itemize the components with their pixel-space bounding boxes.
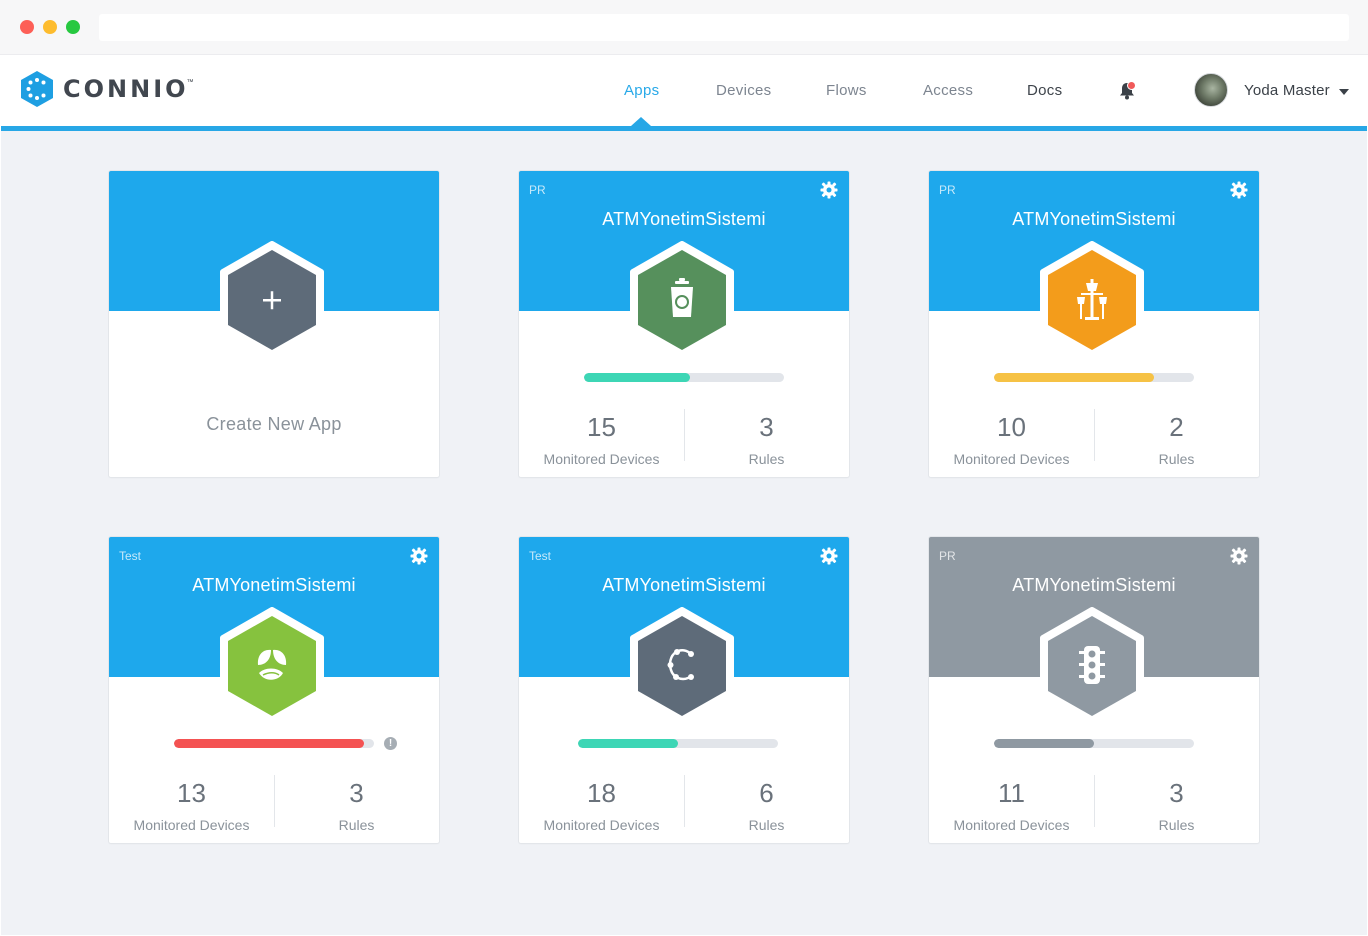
rules-count: 3 <box>349 778 364 808</box>
window-minimize-button[interactable] <box>43 20 57 34</box>
create-hexagon[interactable] <box>219 241 325 359</box>
app-title: ATMYonetimSistemi <box>602 209 766 229</box>
street-lamp-icon <box>1077 279 1107 320</box>
rules-count: 6 <box>759 778 774 808</box>
nav-access[interactable]: Access <box>923 82 973 99</box>
plus-icon <box>263 291 281 310</box>
monitored-devices-count: 13 <box>177 778 206 808</box>
create-app-card[interactable]: Create New App <box>109 171 439 477</box>
rules-label: Rules <box>1158 451 1195 467</box>
app-card[interactable]: Test ATMYonetimSistemi <box>109 537 439 843</box>
rules-label: Rules <box>748 817 785 833</box>
rules-count: 2 <box>1169 412 1184 442</box>
connio-logo-icon <box>667 649 694 681</box>
nav-docs[interactable]: Docs <box>1027 82 1062 99</box>
app-card[interactable]: Test ATMYonetimSistemi <box>519 537 849 843</box>
active-nav-indicator <box>631 117 651 126</box>
user-avatar[interactable] <box>1194 73 1228 107</box>
app-hexagon[interactable] <box>219 607 325 725</box>
brand-name: CONNIO <box>63 75 189 103</box>
app-hexagon[interactable] <box>629 241 735 359</box>
gear-icon[interactable] <box>1230 547 1248 565</box>
leaf-icon <box>257 649 287 680</box>
environment-badge: PR <box>939 183 956 197</box>
recycle-bin-icon <box>671 278 693 317</box>
browser-chrome <box>0 0 1368 55</box>
warning-icon[interactable]: ! <box>384 737 397 750</box>
app-hexagon[interactable] <box>1039 607 1145 725</box>
connio-logo-icon <box>21 71 53 107</box>
monitored-devices-count: 11 <box>998 778 1025 808</box>
app-title: ATMYonetimSistemi <box>1012 575 1176 595</box>
gear-icon[interactable] <box>1230 181 1248 199</box>
monitored-devices-count: 18 <box>587 778 616 808</box>
usage-progress-bar <box>994 373 1194 382</box>
apps-grid: Create New App PR ATMYonetimSistemi 15 M… <box>1 131 1367 935</box>
notification-badge <box>1127 81 1136 90</box>
app-title: ATMYonetimSistemi <box>602 575 766 595</box>
monitored-devices-label: Monitored Devices <box>133 817 250 833</box>
rules-count: 3 <box>759 412 774 442</box>
app-title: ATMYonetimSistemi <box>192 575 356 595</box>
app-card[interactable]: PR ATMYonetimSistemi <box>519 171 849 477</box>
brand-trademark: ™ <box>186 78 194 86</box>
usage-progress-bar <box>584 373 784 382</box>
rules-label: Rules <box>748 451 785 467</box>
rules-label: Rules <box>1158 817 1195 833</box>
monitored-devices-label: Monitored Devices <box>543 817 660 833</box>
environment-badge: PR <box>529 183 546 197</box>
address-bar[interactable] <box>99 14 1349 41</box>
nav-flows[interactable]: Flows <box>826 82 867 99</box>
usage-progress-bar <box>994 739 1194 748</box>
usage-progress-bar <box>578 739 778 748</box>
environment-badge: Test <box>119 549 142 563</box>
gear-icon[interactable] <box>410 547 428 565</box>
gear-icon[interactable] <box>820 547 838 565</box>
rules-label: Rules <box>338 817 375 833</box>
user-name[interactable]: Yoda Master <box>1244 82 1330 99</box>
monitored-devices-label: Monitored Devices <box>953 451 1070 467</box>
connio-logo[interactable]: CONNIO ™ <box>20 70 194 108</box>
environment-badge: Test <box>529 549 552 563</box>
monitored-devices-count: 15 <box>587 412 616 442</box>
nav-apps[interactable]: Apps <box>624 82 659 99</box>
monitored-devices-label: Monitored Devices <box>953 817 1070 833</box>
monitored-devices-label: Monitored Devices <box>543 451 660 467</box>
usage-progress-bar <box>174 739 374 748</box>
window-maximize-button[interactable] <box>66 20 80 34</box>
app-hexagon[interactable] <box>1039 241 1145 359</box>
monitored-devices-count: 10 <box>997 412 1026 442</box>
nav-devices[interactable]: Devices <box>716 82 771 99</box>
rules-count: 3 <box>1169 778 1184 808</box>
environment-badge: PR <box>939 549 956 563</box>
app-card[interactable]: PR ATMYonetimSistemi <box>929 171 1259 477</box>
chevron-down-icon[interactable] <box>1339 89 1349 95</box>
app-title: ATMYonetimSistemi <box>1012 209 1176 229</box>
create-app-label: Create New App <box>206 414 342 434</box>
window-close-button[interactable] <box>20 20 34 34</box>
app-card[interactable]: PR ATMYonetimSistemi <box>929 537 1259 843</box>
app-hexagon[interactable] <box>629 607 735 725</box>
traffic-light-icon <box>1079 646 1105 684</box>
gear-icon[interactable] <box>820 181 838 199</box>
app-header: CONNIO ™ Apps Devices Flows Access Docs … <box>1 55 1367 126</box>
